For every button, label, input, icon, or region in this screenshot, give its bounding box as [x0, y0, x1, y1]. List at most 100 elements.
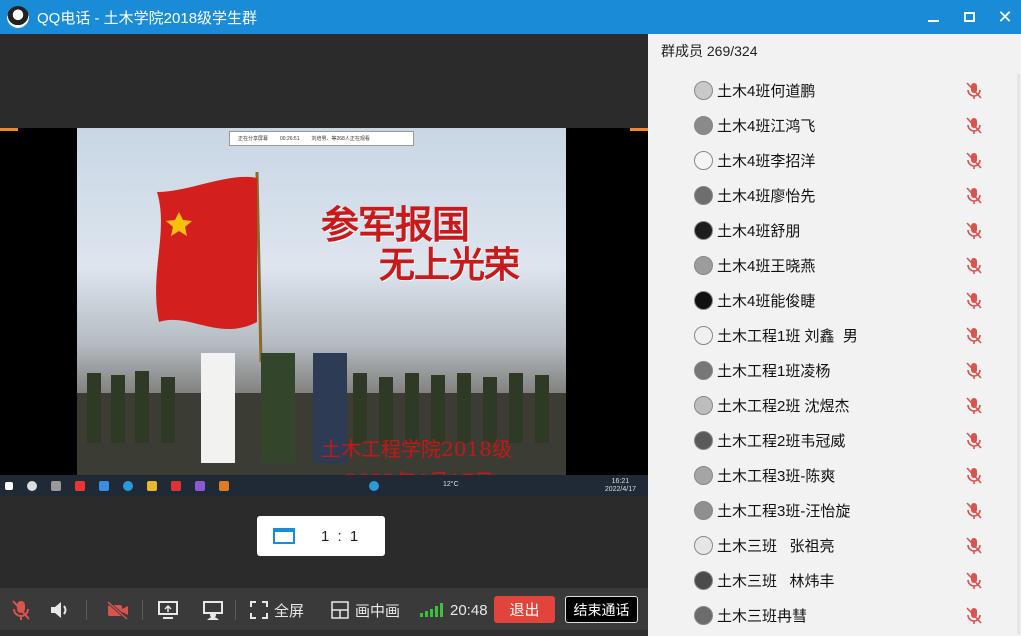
speaker-icon [51, 602, 67, 618]
member-avatar[interactable] [694, 116, 713, 135]
frame-corner [0, 128, 18, 131]
member-panel[interactable]: 群成员 269/324 土木4班何道鹏 土木4班江鸿飞 土木4班李招洋土木4班廖怡先… [648, 34, 1021, 636]
task-view-icon [51, 480, 61, 491]
mic-muted-icon [966, 607, 982, 624]
member-avatar[interactable] [694, 151, 713, 170]
member-row[interactable]: 土木4班廖怡先 [648, 178, 1021, 213]
zoom-ratio-control[interactable]: 1 : 1 [257, 516, 385, 556]
member-row[interactable]: 土木工程2班韦冠威 [648, 423, 1021, 458]
member-name: 土木工程1班凌杨 [717, 363, 831, 380]
call-status: 20:48 [420, 588, 488, 632]
mic-muted-icon [966, 467, 982, 484]
window-ratio-icon [273, 528, 295, 544]
camera-button[interactable] [106, 588, 130, 632]
member-row[interactable]: 土木工程2班 沈煜杰 [648, 388, 1021, 423]
member-avatar[interactable] [694, 326, 713, 345]
member-row[interactable]: 土木4班何道鹏 [648, 73, 1021, 108]
member-avatar[interactable] [694, 221, 713, 240]
close-icon: ✕ [997, 6, 1013, 27]
member-name: 土木4班江鸿飞 [717, 118, 816, 135]
maximize-icon [963, 12, 975, 22]
maximize-button[interactable] [951, 0, 987, 34]
share-program-icon [203, 601, 223, 620]
member-avatar[interactable] [694, 431, 713, 450]
mic-muted-icon [966, 572, 982, 589]
qq-call-window: QQ电话 - 土木学院2018级学生群 ✕ 正在分享屏幕 00:26:51 刘培… [0, 0, 1021, 636]
qq-logo-icon [7, 6, 29, 28]
member-row[interactable]: 土木工程1班凌杨 [648, 353, 1021, 388]
shared-slide: 正在分享屏幕 00:26:51 刘培男、等268人正在观看 参军报国 无上光荣 … [77, 128, 566, 475]
windows-start-icon [5, 481, 13, 490]
member-row[interactable]: 土木工程3班-汪怡旋 [648, 493, 1021, 528]
browser-taskbar-icon [369, 480, 379, 491]
member-avatar[interactable] [694, 466, 713, 485]
red-flag-image [156, 172, 263, 362]
close-button[interactable]: ✕ [987, 0, 1021, 34]
overlay-date: 2022年4月17日 [345, 465, 494, 475]
edge-taskbar-icon [123, 480, 133, 491]
member-row[interactable]: 土木三班冉彗 [648, 598, 1021, 633]
member-name: 土木4班何道鹏 [717, 83, 816, 100]
fullscreen-button[interactable]: 全屏 [249, 588, 304, 632]
mic-muted-icon [966, 362, 982, 379]
member-name: 土木三班冉彗 [717, 608, 808, 625]
call-duration: 20:48 [450, 601, 488, 619]
member-row[interactable]: 土木4班能俊睫 [648, 283, 1021, 318]
member-avatar[interactable] [694, 501, 713, 520]
member-row[interactable]: 土木三班 林炜丰 [648, 563, 1021, 598]
member-name: 土木工程3班-陈爽 [717, 468, 836, 485]
member-row[interactable]: 土木4班舒朋 [648, 213, 1021, 248]
mic-muted-icon [966, 537, 982, 554]
member-name: 土木三班 林炜丰 [717, 573, 835, 590]
mute-mic-button[interactable] [11, 588, 31, 632]
speaker-button[interactable] [49, 588, 71, 632]
member-row[interactable]: 土木工程1班 刘鑫 男 [648, 318, 1021, 353]
member-row[interactable]: 土木三班 张祖亮 [648, 528, 1021, 563]
member-row[interactable]: 土木4班江鸿飞 [648, 108, 1021, 143]
mic-muted-icon [966, 432, 982, 449]
picture-in-picture-button[interactable]: 画中画 [331, 588, 400, 632]
member-avatar[interactable] [694, 396, 713, 415]
share-status-text: 正在分享屏幕 [238, 136, 269, 142]
title-bar[interactable]: QQ电话 - 土木学院2018级学生群 ✕ [0, 0, 1021, 34]
member-avatar[interactable] [694, 291, 713, 310]
member-name: 土木4班王晓燕 [717, 258, 816, 275]
call-toolbar: 全屏 画中画 20:48 退出 结束通话 [0, 588, 648, 636]
minimize-button[interactable] [915, 0, 951, 34]
taskbar-weather: 12°C [443, 481, 459, 488]
member-name: 土木工程1班 刘鑫 男 [717, 328, 858, 345]
member-avatar[interactable] [694, 186, 713, 205]
member-avatar[interactable] [694, 606, 713, 625]
mic-muted-icon [12, 600, 30, 620]
player-taskbar-icon [219, 480, 229, 491]
member-row[interactable]: 土木工程3班-陈爽 [648, 458, 1021, 493]
mic-muted-icon [966, 327, 982, 344]
member-avatar[interactable] [694, 361, 713, 380]
member-avatar[interactable] [694, 571, 713, 590]
taskbar-time: 16:21 [611, 478, 630, 485]
toolbar-divider [86, 600, 87, 620]
folder-taskbar-icon [147, 480, 157, 491]
end-call-button[interactable]: 结束通话 [565, 596, 638, 623]
share-screen-button[interactable] [157, 588, 179, 632]
share-screen-icon [158, 601, 178, 619]
bottom-edge [0, 630, 648, 636]
member-row[interactable]: 土木4班王晓燕 [648, 248, 1021, 283]
member-list-scrollbar[interactable] [1017, 74, 1020, 634]
member-count-header: 群成员 269/324 [661, 43, 758, 59]
wps-taskbar-icon [171, 480, 181, 491]
minimize-icon [927, 20, 939, 22]
member-row[interactable]: 土木4班李招洋 [648, 143, 1021, 178]
member-avatar[interactable] [694, 536, 713, 555]
member-avatar[interactable] [694, 256, 713, 275]
explorer-taskbar-icon [99, 480, 109, 491]
exit-button[interactable]: 退出 [494, 596, 555, 623]
share-status-bar: 正在分享屏幕 00:26:51 刘培男、等268人正在观看 [229, 131, 414, 146]
member-name: 土木三班 张祖亮 [717, 538, 835, 555]
share-program-button[interactable] [202, 588, 224, 632]
mic-muted-icon [966, 187, 982, 204]
mic-muted-icon [966, 292, 982, 309]
member-name: 土木4班李招洋 [717, 153, 816, 170]
member-avatar[interactable] [694, 81, 713, 100]
taskbar-clock: 16:21 2022/4/17 [605, 478, 636, 494]
